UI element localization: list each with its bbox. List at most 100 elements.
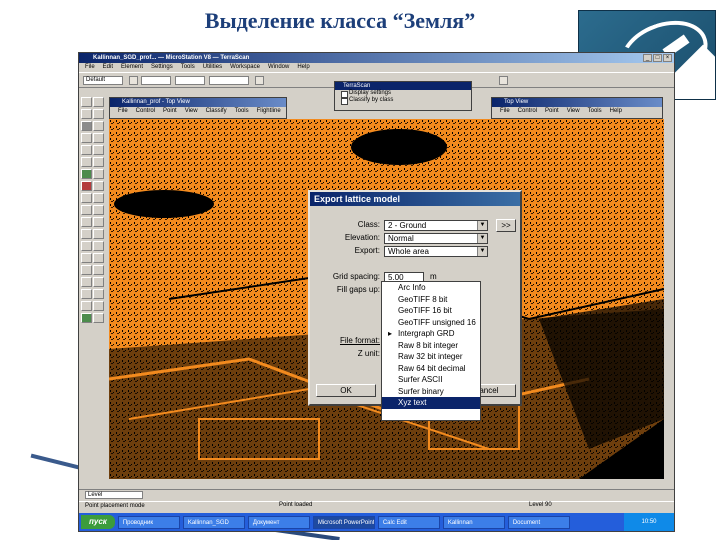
taskbar-item[interactable]: Документ xyxy=(247,515,310,529)
start-button[interactable]: пуск xyxy=(81,515,115,529)
rotate-tool-icon[interactable] xyxy=(81,205,92,215)
array-tool-icon[interactable] xyxy=(93,217,104,227)
view-right-menu-view[interactable]: View xyxy=(567,107,580,115)
move-tool-icon[interactable] xyxy=(81,109,92,119)
trim-tool-icon[interactable] xyxy=(81,193,92,203)
menu-edit[interactable]: Edit xyxy=(103,63,113,72)
fence-tool-icon[interactable] xyxy=(81,121,92,131)
help-icon[interactable] xyxy=(499,76,508,85)
class-combo[interactable]: 2 - Ground ▼ xyxy=(384,220,488,231)
snap-tool-icon[interactable] xyxy=(81,265,92,275)
format-option[interactable]: Raw 8 bit integer xyxy=(382,340,480,352)
format-option[interactable]: Raw 64 bit decimal xyxy=(382,363,480,375)
label-tool-icon[interactable] xyxy=(81,277,92,287)
hatch-tool-icon[interactable] xyxy=(93,277,104,287)
minimize-button[interactable]: _ xyxy=(643,54,652,62)
view-right-title[interactable]: Top View xyxy=(492,98,662,107)
format-option[interactable]: Arc Info xyxy=(382,282,480,294)
chain-tool-icon[interactable] xyxy=(93,241,104,251)
modify-tool-icon[interactable] xyxy=(93,181,104,191)
taskbar-item[interactable]: Microsoft PowerPoint xyxy=(312,515,375,529)
view-left-menu-tools[interactable]: Tools xyxy=(235,107,249,115)
measure-tool-icon[interactable] xyxy=(81,169,92,179)
delete-tool-icon[interactable] xyxy=(81,181,92,191)
view-left-title[interactable]: Kallinnan_prof - Top View xyxy=(110,98,286,107)
color-field[interactable] xyxy=(141,76,171,85)
level-combo[interactable]: Level xyxy=(85,491,143,499)
menu-window[interactable]: Window xyxy=(268,63,289,72)
format-option[interactable]: GeoTIFF 8 bit xyxy=(382,294,480,306)
menu-settings[interactable]: Settings xyxy=(151,63,173,72)
taskbar-item[interactable]: Kallinnan_SGD xyxy=(182,515,245,529)
popup-option-classify[interactable]: Classify by class xyxy=(335,97,471,105)
point-tool-icon[interactable] xyxy=(81,253,92,263)
taskbar-item[interactable]: Kallinnan xyxy=(442,515,505,529)
taskbar-item[interactable]: Calc Edit xyxy=(377,515,440,529)
weight-field[interactable] xyxy=(209,76,249,85)
taskbar-item[interactable]: Проводник xyxy=(117,515,180,529)
cell-tool-icon[interactable] xyxy=(93,157,104,167)
app-titlebar[interactable]: Kallinnan_SGD_prof... — MicroStation V8 … xyxy=(79,53,674,63)
mirror-tool-icon[interactable] xyxy=(81,217,92,227)
export-combo[interactable]: Whole area ▼ xyxy=(384,246,488,257)
view-right-menu-help[interactable]: Help xyxy=(610,107,622,115)
format-option[interactable]: Xyz text xyxy=(382,397,480,409)
chevron-down-icon[interactable]: ▼ xyxy=(477,247,487,256)
copy-tool-icon[interactable] xyxy=(93,121,104,131)
view-left-menu-view[interactable]: View xyxy=(185,107,198,115)
format-option[interactable]: Surfer ASCII xyxy=(382,374,480,386)
view-left-menu-classify[interactable]: Classify xyxy=(206,107,227,115)
menu-help[interactable]: Help xyxy=(297,63,309,72)
arc-tool-icon[interactable] xyxy=(93,133,104,143)
circle-tool-icon[interactable] xyxy=(93,145,104,155)
taskbar-item[interactable]: Document xyxy=(507,515,570,529)
settings-tool-icon[interactable] xyxy=(93,313,104,323)
menu-tools[interactable]: Tools xyxy=(181,63,195,72)
dimension-tool-icon[interactable] xyxy=(93,169,104,179)
view-left-menu-file[interactable]: File xyxy=(118,107,128,115)
view-right-menu-file[interactable]: File xyxy=(500,107,510,115)
view-right-menu-tools[interactable]: Tools xyxy=(588,107,602,115)
grid-tool-icon[interactable] xyxy=(93,265,104,275)
view-left-menu-point[interactable]: Point xyxy=(163,107,177,115)
ungroup-tool-icon[interactable] xyxy=(93,229,104,239)
line-tool-icon[interactable] xyxy=(81,133,92,143)
menu-workspace[interactable]: Workspace xyxy=(230,63,260,72)
view-left-menu-flightline[interactable]: Flightline xyxy=(257,107,281,115)
view-right-menu-point[interactable]: Point xyxy=(545,107,559,115)
classify-tool-icon[interactable] xyxy=(81,313,92,323)
extend-tool-icon[interactable] xyxy=(93,193,104,203)
menu-utilities[interactable]: Utilities xyxy=(203,63,222,72)
active-level-field[interactable]: Default xyxy=(83,76,123,85)
menu-element[interactable]: Element xyxy=(121,63,143,72)
render-tool-icon[interactable] xyxy=(93,301,104,311)
section-tool-icon[interactable] xyxy=(81,289,92,299)
menu-file[interactable]: File xyxy=(85,63,95,72)
select-tool-icon[interactable] xyxy=(81,97,92,107)
pan-tool-icon[interactable] xyxy=(93,109,104,119)
popup-option-display[interactable]: Display settings xyxy=(335,90,471,98)
format-option[interactable]: GeoTIFF unsigned 16 xyxy=(382,317,480,329)
ok-button[interactable]: OK xyxy=(316,384,376,397)
browse-button[interactable]: >> xyxy=(496,219,516,232)
view-right-menu-control[interactable]: Control xyxy=(518,107,537,115)
color-icon[interactable] xyxy=(129,76,138,85)
popup-title[interactable]: TerraScan xyxy=(335,82,471,90)
scale-tool-icon[interactable] xyxy=(93,205,104,215)
view-left-menu-control[interactable]: Control xyxy=(136,107,155,115)
chevron-down-icon[interactable]: ▼ xyxy=(477,234,487,243)
format-option[interactable]: Raw 32 bit integer xyxy=(382,351,480,363)
style-field[interactable] xyxy=(175,76,205,85)
close-button[interactable]: × xyxy=(663,54,672,62)
elevation-combo[interactable]: Normal ▼ xyxy=(384,233,488,244)
format-option[interactable]: GeoTIFF 16 bit xyxy=(382,305,480,317)
format-option[interactable]: Intergraph GRD xyxy=(382,328,480,340)
text-tool-icon[interactable] xyxy=(81,157,92,167)
profile-tool-icon[interactable] xyxy=(93,289,104,299)
view-tool-icon[interactable] xyxy=(81,301,92,311)
format-option[interactable]: Surfer binary xyxy=(382,386,480,398)
system-tray-clock[interactable]: 10:50 xyxy=(624,513,674,531)
polygon-tool-icon[interactable] xyxy=(81,145,92,155)
curve-tool-icon[interactable] xyxy=(93,253,104,263)
dialog-title[interactable]: Export lattice model xyxy=(310,192,520,206)
